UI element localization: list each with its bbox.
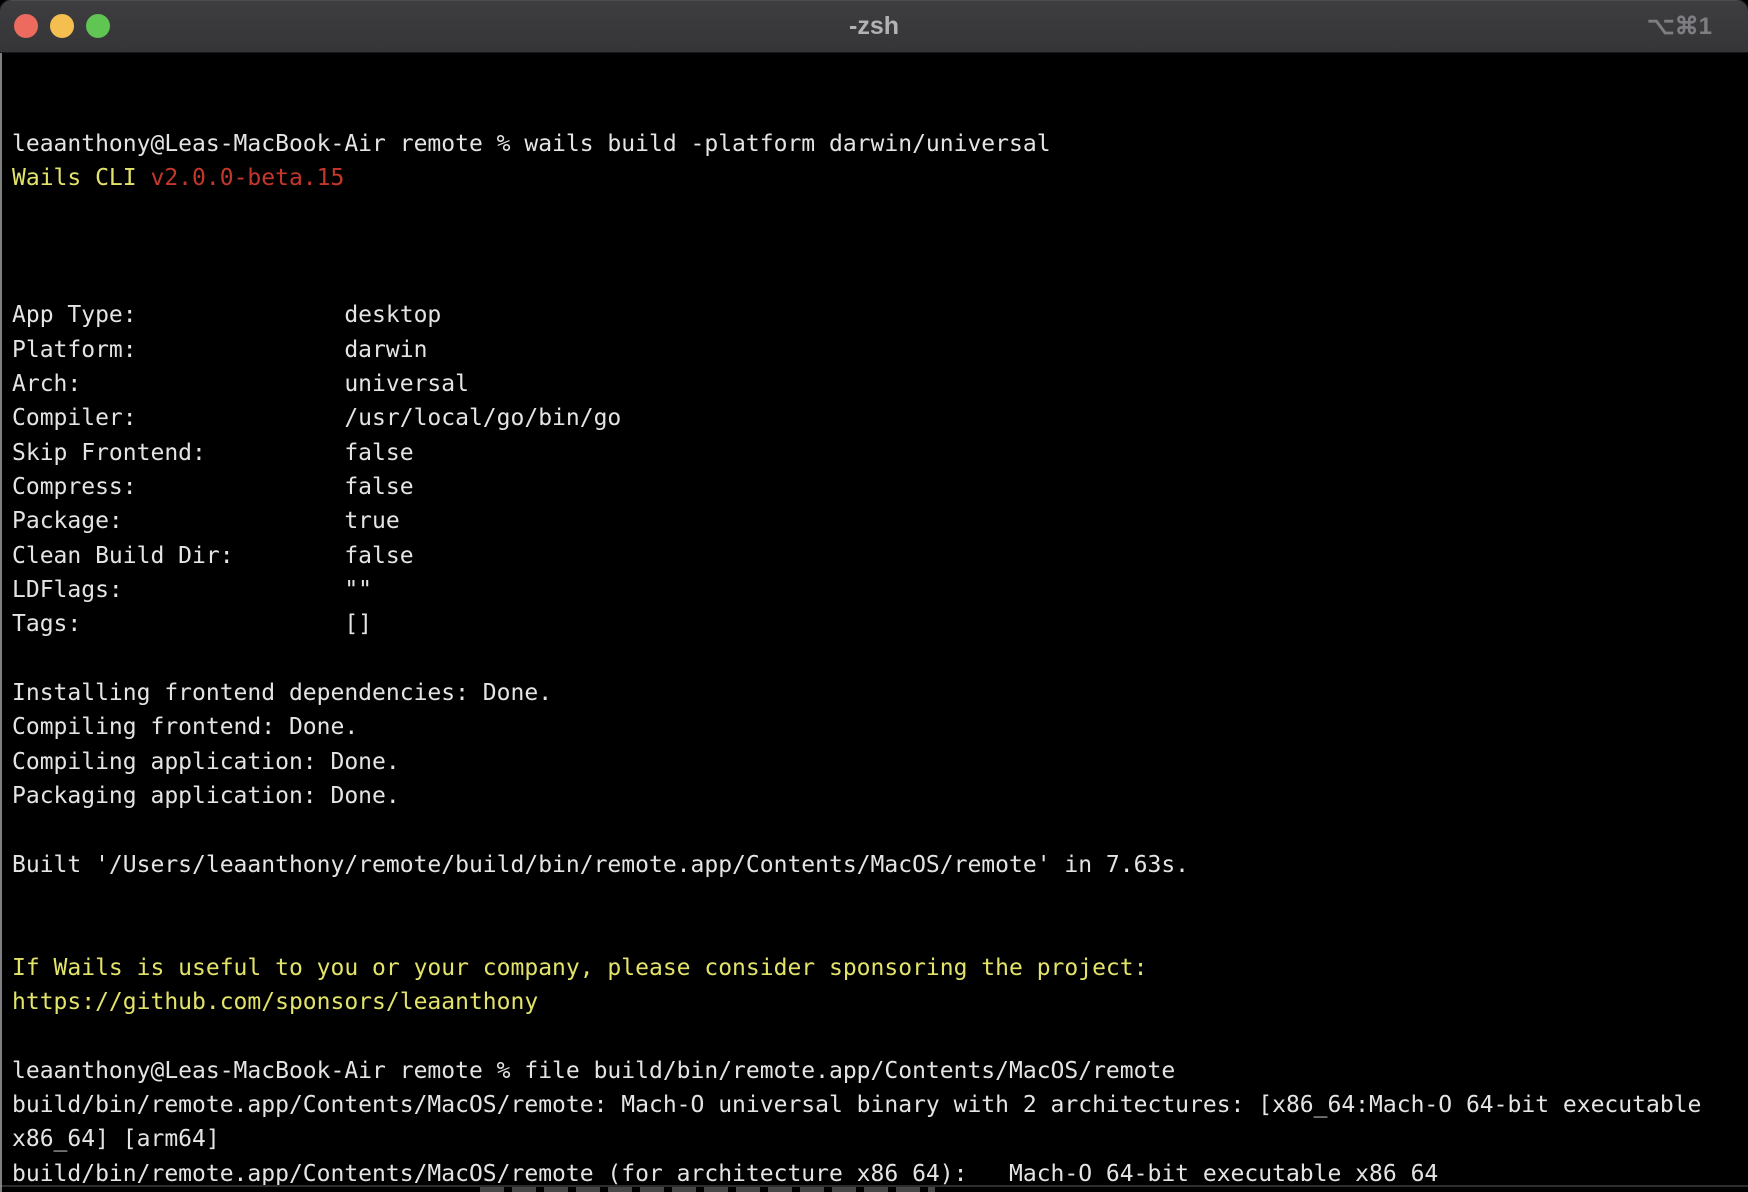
sponsor-link[interactable]: https://github.com/sponsors/leaanthony [12, 989, 538, 1015]
minimize-button[interactable] [50, 14, 74, 38]
zoom-button[interactable] [86, 14, 110, 38]
terminal-text: "" [344, 577, 372, 603]
terminal-text: Platform: [12, 333, 344, 367]
terminal-text: universal [344, 371, 469, 397]
terminal-line: leaanthony@Leas-MacBook-Air remote % wai… [12, 127, 1736, 161]
terminal-text: false [344, 543, 413, 569]
traffic-lights [0, 14, 110, 38]
terminal-line: build/bin/remote.app/Contents/MacOS/remo… [12, 1088, 1736, 1122]
window-title: -zsh [0, 12, 1748, 41]
terminal-text: build/bin/remote.app/Contents/MacOS/remo… [12, 1161, 1438, 1187]
terminal-text: Skip Frontend: [12, 436, 344, 470]
terminal-line [12, 882, 1736, 916]
terminal-line [12, 230, 1736, 264]
terminal-line: Compiling application: Done. [12, 745, 1736, 779]
terminal-text: Arch: [12, 367, 344, 401]
terminal-line [12, 1019, 1736, 1053]
terminal-text: LDFlags: [12, 573, 344, 607]
terminal-line: LDFlags:"" [12, 573, 1736, 607]
terminal-line [12, 264, 1736, 298]
terminal-text: false [344, 474, 413, 500]
terminal-line: Package:true [12, 504, 1736, 538]
terminal-line [12, 813, 1736, 847]
terminal-text: leaanthony@Leas-MacBook-Air remote % wai… [12, 131, 1051, 157]
clipped-window-below-text [480, 1187, 935, 1192]
terminal-line [12, 916, 1736, 950]
background-window-left-edge [0, 53, 2, 1192]
terminal-output: leaanthony@Leas-MacBook-Air remote % wai… [12, 127, 1736, 1192]
terminal-line [12, 195, 1736, 229]
terminal-text: App Type: [12, 298, 344, 332]
terminal-text: darwin [344, 337, 427, 363]
terminal-text: desktop [344, 302, 441, 328]
terminal-text: Tags: [12, 607, 344, 641]
terminal-line: x86_64] [arm64] [12, 1122, 1736, 1156]
terminal-line: Built '/Users/leaanthony/remote/build/bi… [12, 848, 1736, 882]
terminal-text: v2.0.0-beta.15 [150, 165, 344, 191]
terminal-line: Tags:[] [12, 607, 1736, 641]
terminal-line: Wails CLI v2.0.0-beta.15 [12, 161, 1736, 195]
terminal-text: x86_64] [arm64] [12, 1126, 220, 1152]
terminal-text: Clean Build Dir: [12, 539, 344, 573]
terminal-text: true [344, 508, 399, 534]
terminal-text: [] [344, 611, 372, 637]
terminal-text: Compiling frontend: Done. [12, 714, 358, 740]
terminal-line: Compiling frontend: Done. [12, 710, 1736, 744]
terminal-window: -zsh ⌥⌘1 leaanthony@Leas-MacBook-Air rem… [0, 0, 1748, 1192]
terminal-text: Built '/Users/leaanthony/remote/build/bi… [12, 852, 1189, 878]
terminal-text: Compiling application: Done. [12, 749, 400, 775]
terminal-text: Packaging application: Done. [12, 783, 400, 809]
tab-shortcut-hint: ⌥⌘1 [1647, 0, 1712, 52]
terminal-text: leaanthony@Leas-MacBook-Air remote % fil… [12, 1058, 1175, 1084]
terminal-line: App Type:desktop [12, 298, 1736, 332]
terminal-text: /usr/local/go/bin/go [344, 405, 621, 431]
terminal-text: Installing frontend dependencies: Done. [12, 680, 552, 706]
terminal-line: leaanthony@Leas-MacBook-Air remote % fil… [12, 1054, 1736, 1088]
terminal-text: Package: [12, 504, 344, 538]
terminal-line: https://github.com/sponsors/leaanthony [12, 985, 1736, 1019]
close-button[interactable] [14, 14, 38, 38]
terminal-line: Compress:false [12, 470, 1736, 504]
terminal-line: Skip Frontend:false [12, 436, 1736, 470]
terminal-line: Installing frontend dependencies: Done. [12, 676, 1736, 710]
terminal-text: build/bin/remote.app/Contents/MacOS/remo… [12, 1092, 1701, 1118]
terminal-text: false [344, 440, 413, 466]
terminal-text: If Wails is useful to you or your compan… [12, 955, 1147, 981]
terminal-line: Packaging application: Done. [12, 779, 1736, 813]
terminal-line: Platform:darwin [12, 333, 1736, 367]
terminal-line [12, 642, 1736, 676]
terminal-line: Clean Build Dir:false [12, 539, 1736, 573]
terminal-line: Compiler:/usr/local/go/bin/go [12, 401, 1736, 435]
terminal-text: Wails CLI [12, 165, 150, 191]
title-bar[interactable]: -zsh ⌥⌘1 [0, 0, 1748, 53]
terminal-line: If Wails is useful to you or your compan… [12, 951, 1736, 985]
terminal-text: Compiler: [12, 401, 344, 435]
terminal-line: Arch:universal [12, 367, 1736, 401]
terminal-text: Compress: [12, 470, 344, 504]
terminal-screen[interactable]: leaanthony@Leas-MacBook-Air remote % wai… [0, 53, 1748, 1192]
